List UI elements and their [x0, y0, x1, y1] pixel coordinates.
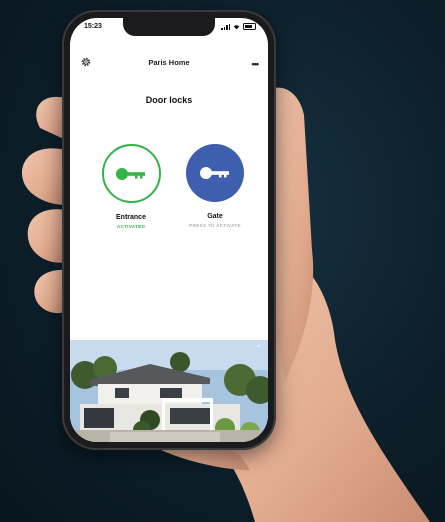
battery-icon	[243, 23, 256, 30]
status-time: 15:23	[84, 23, 102, 30]
thumb-overlay	[0, 0, 445, 522]
status-bar: 15:23	[84, 23, 256, 35]
status-icons	[221, 23, 256, 30]
signal-icon	[221, 23, 230, 30]
wifi-icon	[233, 24, 240, 29]
